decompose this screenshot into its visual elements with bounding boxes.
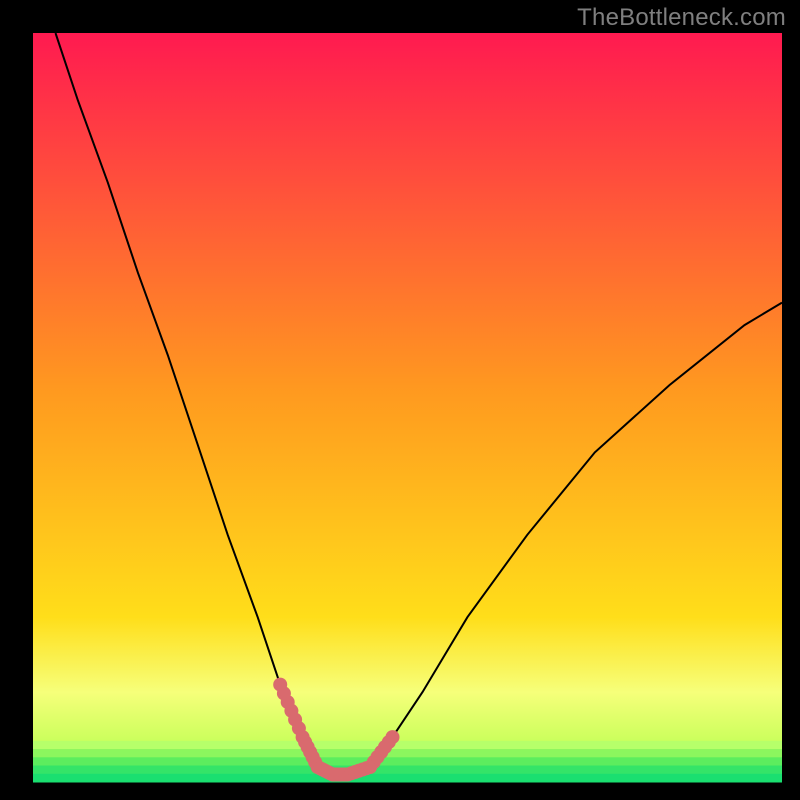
watermark-text: TheBottleneck.com xyxy=(577,4,786,32)
green-band xyxy=(33,741,782,750)
valley-dot xyxy=(386,730,400,744)
chart-frame: TheBottleneck.com xyxy=(0,0,800,800)
green-band xyxy=(33,749,782,758)
bottleneck-chart xyxy=(0,0,800,800)
green-band xyxy=(33,766,782,775)
green-band xyxy=(33,774,782,783)
plot-background xyxy=(33,33,782,782)
green-band xyxy=(33,757,782,766)
green-bands xyxy=(33,741,782,783)
